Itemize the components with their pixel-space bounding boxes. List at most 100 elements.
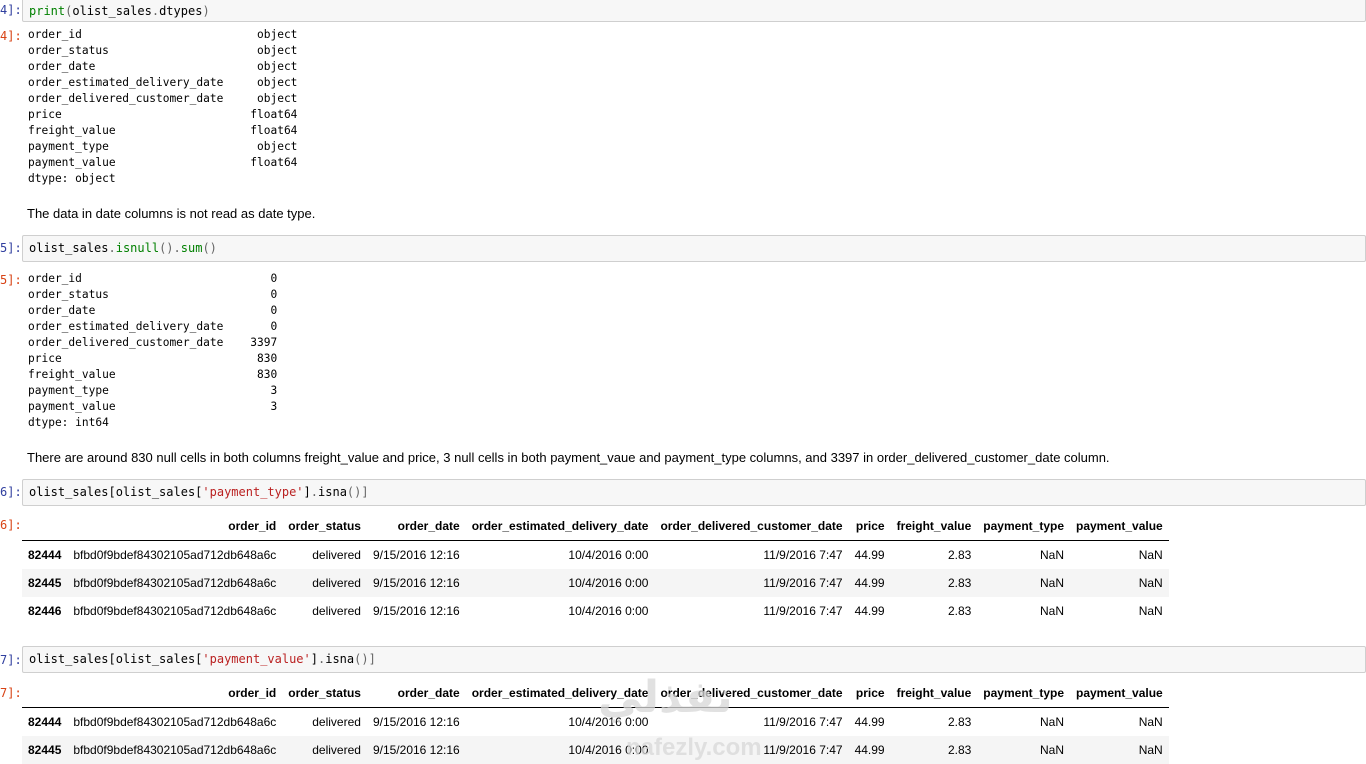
output-prompt-2: 5]:	[0, 273, 22, 287]
table-cell: 9/15/2016 12:16	[372, 604, 460, 618]
column-header-payment-value: payment_value	[1070, 679, 1169, 708]
table-cell: NaN	[1138, 743, 1163, 757]
code-token: isna	[318, 485, 347, 499]
column-header-payment-type: payment_type	[977, 679, 1070, 708]
row-index: 82446	[28, 604, 62, 618]
code-token: 'payment_type'	[202, 485, 304, 499]
table-header-row: order_id order_status order_date order_esti…	[22, 679, 1169, 708]
code-token: ().	[159, 241, 181, 255]
payment-value-null-table: order_id order_status order_date order_esti…	[22, 679, 1169, 764]
code-cell-4[interactable]: olist_sales[olist_sales['payment_value']…	[22, 646, 1366, 673]
code-cell-1[interactable]: print(olist_sales.dtypes)	[22, 0, 1366, 22]
output-prompt-1: 4]:	[0, 29, 22, 43]
index-header	[22, 512, 68, 541]
table-cell: 44.99	[854, 715, 885, 729]
code-token: sum	[180, 241, 203, 255]
column-header-payment-type: payment_type	[977, 512, 1070, 541]
code-token: olist_sales	[72, 4, 152, 18]
input-prompt-3: 6]:	[0, 485, 22, 499]
table-cell: 44.99	[854, 604, 885, 618]
table-cell: NaN	[1039, 576, 1064, 590]
table-cell: bfbd0f9bdef84302105ad712db648a6c	[73, 548, 277, 562]
column-header-order-id: order_id	[67, 679, 283, 708]
code-token: .	[108, 241, 116, 255]
column-header-order-estimated-delivery-date: order_estimated_delivery_date	[465, 512, 655, 541]
code-token: ]	[310, 652, 318, 666]
input-prompt-2: 5]:	[0, 241, 22, 255]
table-cell: delivered	[312, 548, 361, 562]
index-header	[22, 679, 68, 708]
table-cell: 9/15/2016 12:16	[372, 576, 460, 590]
table-row: 82444 bfbd0f9bdef84302105ad712db648a6c del…	[22, 541, 1169, 570]
table-row: 82445 bfbd0f9bdef84302105ad712db648a6c del…	[22, 736, 1169, 764]
table-cell: bfbd0f9bdef84302105ad712db648a6c	[73, 715, 277, 729]
table-cell: delivered	[312, 743, 361, 757]
output-prompt-4: 7]:	[0, 686, 22, 700]
column-header-order-id: order_id	[67, 512, 283, 541]
table-cell: 2.83	[947, 604, 972, 618]
table-cell: delivered	[312, 604, 361, 618]
table-cell: 10/4/2016 0:00	[568, 604, 649, 618]
markdown-note-dtypes: The data in date columns is not read as …	[27, 206, 316, 221]
column-header-price: price	[848, 679, 891, 708]
column-header-order-status: order_status	[282, 512, 367, 541]
table-cell: NaN	[1138, 604, 1163, 618]
code-token: .	[151, 4, 160, 18]
code-token: 'payment_value'	[202, 652, 311, 666]
code-line-1: print(olist_sales.dtypes)	[29, 4, 210, 18]
table-cell: 10/4/2016 0:00	[568, 548, 649, 562]
row-index: 82444	[28, 715, 62, 729]
table-cell: 2.83	[947, 715, 972, 729]
code-token: dtypes	[159, 4, 203, 18]
code-token: print	[29, 4, 66, 18]
code-token: isnull	[115, 241, 160, 255]
column-header-order-date: order_date	[366, 679, 466, 708]
input-prompt-1: 4]:	[0, 3, 22, 17]
table-cell: 10/4/2016 0:00	[568, 576, 649, 590]
table-cell: 11/9/2016 7:47	[763, 548, 843, 562]
table-cell: NaN	[1138, 715, 1163, 729]
table-cell: delivered	[312, 576, 361, 590]
output-prompt-3: 6]:	[0, 518, 22, 532]
code-line-4: olist_sales[olist_sales['payment_value']…	[29, 652, 376, 666]
code-cell-2[interactable]: olist_sales.isnull().sum()	[22, 235, 1366, 262]
code-token: isna	[325, 652, 355, 666]
table-cell: 2.83	[947, 743, 972, 757]
table-cell: 2.83	[947, 576, 972, 590]
code-token: .	[310, 485, 319, 499]
watermark-logo-arabic: نفذلي	[598, 672, 733, 723]
table-cell: 44.99	[854, 743, 885, 757]
column-header-freight-value: freight_value	[890, 512, 978, 541]
column-header-order-delivered-customer-date: order_delivered_customer_date	[654, 512, 849, 541]
row-index: 82445	[28, 576, 62, 590]
column-header-price: price	[848, 512, 891, 541]
code-token: olist_sales[olist_sales[	[29, 485, 203, 499]
table-row: 82445 bfbd0f9bdef84302105ad712db648a6c del…	[22, 569, 1169, 597]
table-cell: NaN	[1138, 548, 1163, 562]
code-token: ]	[303, 485, 311, 499]
table-cell: 11/9/2016 7:47	[763, 604, 843, 618]
table-cell: 44.99	[854, 548, 885, 562]
payment-type-null-table: order_id order_status order_date order_esti…	[22, 512, 1169, 625]
table-cell: 44.99	[854, 576, 885, 590]
table-row: 82446 bfbd0f9bdef84302105ad712db648a6c del…	[22, 597, 1169, 625]
table-cell: 11/9/2016 7:47	[763, 576, 843, 590]
table-cell: bfbd0f9bdef84302105ad712db648a6c	[73, 743, 277, 757]
code-token: olist_sales[olist_sales[	[29, 652, 203, 666]
row-index: 82444	[28, 548, 62, 562]
code-line-2: olist_sales.isnull().sum()	[29, 241, 217, 255]
code-cell-3[interactable]: olist_sales[olist_sales['payment_type'].…	[22, 479, 1366, 506]
table-cell: NaN	[1039, 715, 1064, 729]
markdown-note-nulls: There are around 830 null cells in both …	[27, 450, 1110, 465]
column-header-freight-value: freight_value	[890, 679, 978, 708]
table-header-row: order_id order_status order_date order_esti…	[22, 512, 1169, 541]
table-row: 82444 bfbd0f9bdef84302105ad712db648a6c del…	[22, 708, 1169, 737]
code-line-3: olist_sales[olist_sales['payment_type'].…	[29, 485, 369, 499]
dtypes-output: order_id object order_status object orde…	[28, 28, 298, 185]
table-cell: NaN	[1039, 743, 1064, 757]
column-header-order-status: order_status	[282, 679, 367, 708]
table-cell: 9/15/2016 12:16	[372, 715, 460, 729]
column-header-payment-value: payment_value	[1070, 512, 1169, 541]
code-token: ()]	[354, 652, 376, 666]
null-sum-output: order_id 0 order_status 0 order_date 0 o…	[28, 272, 278, 429]
